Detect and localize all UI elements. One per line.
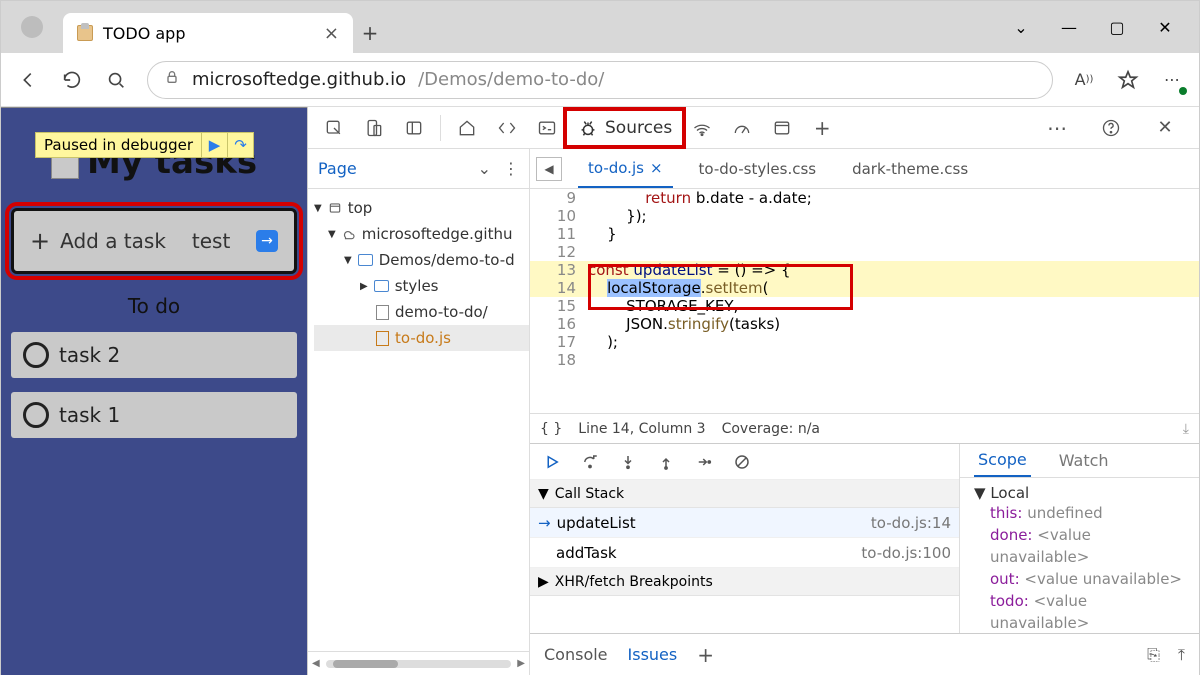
- more-drawer-button[interactable]: +: [697, 643, 714, 667]
- code-editor[interactable]: 9 return b.date - a.date;10 });11 }1213c…: [530, 189, 1199, 413]
- editor-file-tabs: ◀ to-do.js× to-do-styles.css dark-theme.…: [530, 149, 1199, 189]
- step-button[interactable]: [690, 450, 718, 474]
- profile-icon[interactable]: [1, 1, 63, 53]
- performance-icon[interactable]: [724, 112, 760, 144]
- window-titlebar: TODO app × + ⌄ — ▢ ✕: [1, 1, 1199, 53]
- task-label: task 2: [59, 343, 120, 367]
- chevron-down-icon[interactable]: ⌄: [478, 159, 491, 178]
- xhr-bp-header[interactable]: ▶XHR/fetch Breakpoints: [530, 568, 959, 596]
- scope-variable[interactable]: out: <value unavailable>: [974, 568, 1185, 590]
- step-out-button[interactable]: [652, 450, 680, 474]
- braces-icon[interactable]: { }: [540, 421, 562, 437]
- close-window-icon[interactable]: ✕: [1155, 18, 1175, 37]
- cursor-position: Line 14, Column 3: [578, 421, 705, 437]
- paused-debugger-badge: Paused in debugger ▶ ↷: [35, 132, 254, 158]
- close-devtools-icon[interactable]: ✕: [1147, 112, 1183, 144]
- nav-back-icon[interactable]: ◀: [536, 157, 562, 181]
- callstack-frame[interactable]: →updateListto-do.js:14: [530, 508, 959, 538]
- checkbox-ring[interactable]: [23, 342, 49, 368]
- console-drawer-tab[interactable]: Console: [544, 645, 608, 664]
- scope-tab[interactable]: Scope: [974, 444, 1031, 477]
- settings-overflow-icon[interactable]: ⋯: [1039, 112, 1075, 144]
- resume-icon[interactable]: ▶: [201, 133, 227, 157]
- read-aloud-icon[interactable]: A)): [1071, 67, 1097, 93]
- task-item[interactable]: task 1: [11, 392, 297, 438]
- devtools-drawer: Console Issues + ⎘ ⤒: [530, 633, 1199, 675]
- editor-statusbar: { } Line 14, Column 3 Coverage: n/a ⤓: [530, 413, 1199, 443]
- network-icon[interactable]: [684, 112, 720, 144]
- url-host: microsoftedge.github.io: [192, 69, 406, 90]
- scope-panel: Scope Watch ▼ Local this: undefineddone:…: [960, 444, 1199, 633]
- drawer-icon[interactable]: ⎘: [1147, 645, 1160, 665]
- devtools-pane: Sources + ⋯ ✕ Page ⌄⋮ ▼top ▼microsoft: [307, 107, 1199, 675]
- favicon-icon: [77, 25, 93, 41]
- application-icon[interactable]: [764, 112, 800, 144]
- device-icon[interactable]: [356, 112, 392, 144]
- url-path: /Demos/demo-to-do/: [418, 69, 604, 90]
- step-icon[interactable]: ↷: [227, 133, 253, 157]
- devtools-tabbar: Sources + ⋯ ✕: [308, 107, 1199, 149]
- app-pane: Paused in debugger ▶ ↷ My tasks + Add a …: [1, 107, 307, 675]
- tab-title: TODO app: [103, 24, 185, 43]
- sources-navigator: Page ⌄ ⋮ ▼top ▼microsoftedge.githu ▼Demos…: [308, 149, 530, 675]
- callstack-header[interactable]: ▼Call Stack: [530, 480, 959, 508]
- add-task-label: Add a task: [60, 229, 166, 253]
- dock-icon[interactable]: [396, 112, 432, 144]
- issues-drawer-tab[interactable]: Issues: [628, 645, 678, 664]
- submit-task-button[interactable]: →: [256, 230, 278, 252]
- add-task-value: test: [192, 229, 230, 253]
- lock-icon: [164, 69, 180, 90]
- scope-variable[interactable]: done: <value unavailable>: [974, 524, 1185, 568]
- file-tab-active[interactable]: to-do.js×: [578, 149, 673, 188]
- close-file-icon[interactable]: ×: [650, 159, 663, 177]
- inspect-icon[interactable]: [316, 112, 352, 144]
- more-icon[interactable]: ⋮: [503, 159, 519, 178]
- coverage-status: Coverage: n/a: [722, 421, 820, 437]
- console-icon[interactable]: [529, 112, 565, 144]
- plus-icon: +: [30, 227, 50, 255]
- file-tree[interactable]: ▼top ▼microsoftedge.githu ▼Demos/demo-to…: [308, 189, 529, 651]
- scope-variable[interactable]: this: undefined: [974, 502, 1185, 524]
- browser-tab-active[interactable]: TODO app ×: [63, 13, 353, 53]
- resume-button[interactable]: [538, 450, 566, 474]
- window-controls: ⌄ — ▢ ✕: [1011, 18, 1199, 37]
- back-button[interactable]: [15, 67, 41, 93]
- welcome-icon[interactable]: [449, 112, 485, 144]
- nav-scrollbar[interactable]: ◀▶: [308, 651, 529, 675]
- help-icon[interactable]: [1093, 112, 1129, 144]
- checkbox-ring[interactable]: [23, 402, 49, 428]
- search-button[interactable]: [103, 67, 129, 93]
- watch-tab[interactable]: Watch: [1055, 444, 1113, 477]
- file-tab[interactable]: to-do-styles.css: [689, 149, 827, 188]
- section-heading: To do: [1, 294, 307, 318]
- add-task-input[interactable]: + Add a task test →: [11, 208, 297, 274]
- callstack-panel: ▼Call Stack →updateListto-do.js:14addTas…: [530, 444, 960, 633]
- chevron-down-icon[interactable]: ⌄: [1011, 18, 1031, 37]
- favorite-icon[interactable]: [1115, 67, 1141, 93]
- toolbar: microsoftedge.github.io/Demos/demo-to-do…: [1, 53, 1199, 107]
- file-tab[interactable]: dark-theme.css: [842, 149, 978, 188]
- menu-icon[interactable]: ⋯: [1159, 67, 1185, 93]
- more-tabs-button[interactable]: +: [804, 112, 840, 144]
- task-item[interactable]: task 2: [11, 332, 297, 378]
- close-tab-icon[interactable]: ×: [324, 23, 339, 44]
- page-tab[interactable]: Page: [318, 159, 357, 178]
- deactivate-bp-button[interactable]: [728, 450, 756, 474]
- drawer-icon[interactable]: ⤒: [1178, 645, 1185, 665]
- new-tab-button[interactable]: +: [353, 13, 387, 53]
- task-label: task 1: [59, 403, 120, 427]
- callstack-frame[interactable]: addTaskto-do.js:100: [530, 538, 959, 568]
- minimize-icon[interactable]: —: [1059, 18, 1079, 37]
- address-bar[interactable]: microsoftedge.github.io/Demos/demo-to-do…: [147, 61, 1053, 99]
- scope-variable[interactable]: todo: <value unavailable>: [974, 590, 1185, 633]
- step-over-button[interactable]: [576, 450, 604, 474]
- step-into-button[interactable]: [614, 450, 642, 474]
- reload-button[interactable]: [59, 67, 85, 93]
- elements-icon[interactable]: [489, 112, 525, 144]
- maximize-icon[interactable]: ▢: [1107, 18, 1127, 37]
- download-icon[interactable]: ⤓: [1183, 421, 1189, 437]
- sources-tab[interactable]: Sources: [569, 113, 680, 143]
